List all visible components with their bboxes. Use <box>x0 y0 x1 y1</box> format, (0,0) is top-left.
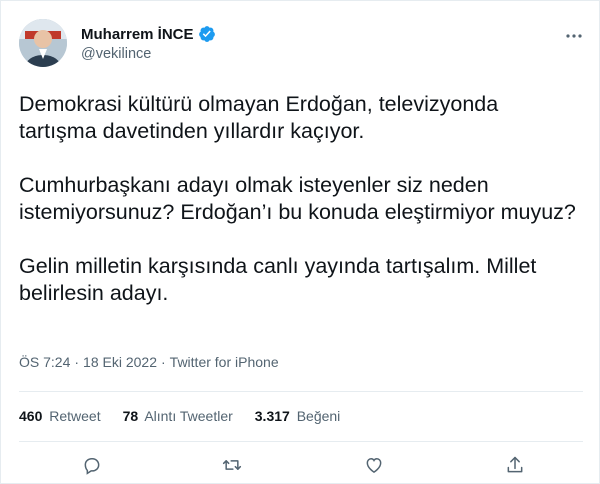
name-row: Muharrem İNCE <box>81 25 216 43</box>
action-bar <box>1 453 600 479</box>
retweets-label: Retweet <box>49 408 101 424</box>
likes-stat[interactable]: 3.317 Beğeni <box>255 408 341 424</box>
tweet-header: Muharrem İNCE @vekilince <box>19 19 589 71</box>
retweets-stat[interactable]: 460 Retweet <box>19 408 101 424</box>
retweets-count: 460 <box>19 408 43 424</box>
likes-count: 3.317 <box>254 408 290 424</box>
tweet-source[interactable]: Twitter for iPhone <box>170 354 279 370</box>
divider <box>19 391 583 392</box>
quotes-count: 78 <box>122 408 139 424</box>
tweet-date[interactable]: 18 Eki 2022 <box>83 354 157 370</box>
tweet-paragraph: Demokrasi kültürü olmayan Erdoğan, telev… <box>19 92 499 143</box>
comment-icon[interactable] <box>80 453 104 477</box>
author-handle[interactable]: @vekilince <box>81 46 216 62</box>
tweet-meta: ÖS 7:24 · 18 Eki 2022 · Twitter for iPho… <box>19 354 279 370</box>
avatar[interactable] <box>19 19 67 67</box>
tweet-text: Demokrasi kültürü olmayan Erdoğan, telev… <box>19 91 579 334</box>
divider <box>19 441 583 442</box>
heart-icon[interactable] <box>362 453 386 477</box>
user-info: Muharrem İNCE @vekilince <box>81 25 216 62</box>
author-name[interactable]: Muharrem İNCE <box>81 26 194 43</box>
meta-separator: · <box>161 354 166 370</box>
profile-photo-icon <box>19 19 67 67</box>
quotes-label: Alıntı Tweetler <box>144 408 233 424</box>
tweet-stats: 460 Retweet 78 Alıntı Tweetler 3.317 Beğ… <box>19 408 340 424</box>
more-options-icon[interactable] <box>563 25 585 47</box>
tweet-paragraph: Gelin milletin karşısında canlı yayında … <box>19 254 537 305</box>
quotes-stat[interactable]: 78 Alıntı Tweetler <box>123 408 233 424</box>
tweet-paragraph: Cumhurbaşkanı adayı olmak isteyenler siz… <box>19 173 576 224</box>
likes-label: Beğeni <box>296 408 341 424</box>
tweet-time[interactable]: ÖS 7:24 <box>19 354 70 370</box>
retweet-icon[interactable] <box>220 453 244 477</box>
verified-badge-icon <box>198 25 216 43</box>
tweet-card: Muharrem İNCE @vekilince Demokrasi kültü… <box>0 0 600 484</box>
share-icon[interactable] <box>503 453 527 477</box>
meta-separator: · <box>74 354 80 370</box>
